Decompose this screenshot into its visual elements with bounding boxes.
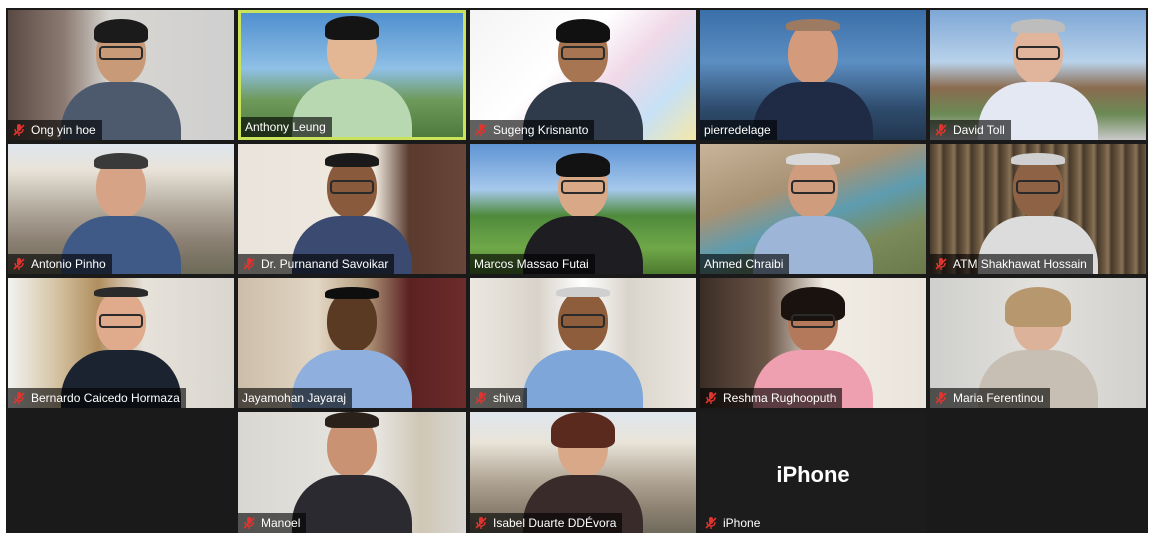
participant-name: Bernardo Caicedo Hormaza — [31, 391, 180, 405]
participant-name: Sugeng Krisnanto — [493, 123, 589, 137]
participant-name: ATM Shakhawat Hossain — [953, 257, 1087, 271]
participant-name-bar: Marcos Massao Futai — [470, 254, 595, 274]
participant-name: Jayamohan Jayaraj — [242, 391, 347, 405]
video-tile[interactable]: Marcos Massao Futai — [470, 144, 696, 274]
participant-name: Antonio Pinho — [31, 257, 106, 271]
participant-name-bar: David Toll — [930, 120, 1011, 140]
microphone-muted-icon — [13, 392, 25, 404]
participant-name-bar: pierredelage — [700, 120, 777, 140]
microphone-muted-icon — [935, 392, 947, 404]
glasses-icon — [561, 180, 605, 194]
video-tile[interactable]: Jayamohan Jayaraj — [238, 278, 466, 408]
video-tile[interactable]: Antonio Pinho — [8, 144, 234, 274]
participant-name: Ahmed Chraibi — [704, 257, 784, 271]
participant-name-bar: Sugeng Krisnanto — [470, 120, 595, 140]
participant-name-bar: Manoel — [238, 513, 307, 533]
glasses-icon — [791, 314, 835, 328]
microphone-muted-icon — [13, 258, 25, 270]
participant-name-bar: Reshma Rughooputh — [700, 388, 843, 408]
video-tile[interactable]: pierredelage — [700, 10, 926, 140]
participant-name-bar: Dr. Purnanand Savoikar — [238, 254, 395, 274]
video-tile[interactable]: Ahmed Chraibi — [700, 144, 926, 274]
microphone-muted-icon — [475, 517, 487, 529]
participant-name: iPhone — [723, 516, 761, 530]
video-tile[interactable]: shiva — [470, 278, 696, 408]
participant-name-bar: Jayamohan Jayaraj — [238, 388, 353, 408]
video-tile[interactable]: David Toll — [930, 10, 1146, 140]
video-tile-active-speaker[interactable]: Anthony Leung — [238, 10, 466, 140]
microphone-muted-icon — [705, 517, 717, 529]
participant-name: Ong yin hoe — [31, 123, 96, 137]
glasses-icon — [99, 46, 143, 60]
video-gallery: Ong yin hoe Anthony Leung Sugeng Krisnan… — [6, 8, 1148, 533]
participant-figure — [523, 287, 643, 408]
video-tile[interactable]: Maria Ferentinou — [930, 278, 1146, 408]
participant-name: Marcos Massao Futai — [474, 257, 589, 271]
video-tile[interactable]: Manoel — [238, 412, 466, 533]
microphone-muted-icon — [243, 258, 255, 270]
participant-name: pierredelage — [704, 123, 771, 137]
participant-name: Dr. Purnanand Savoikar — [261, 257, 389, 271]
participant-name-bar: Isabel Duarte DDÉvora — [470, 513, 623, 533]
participant-name-bar: iPhone — [700, 513, 766, 533]
glasses-icon — [1016, 46, 1060, 60]
microphone-muted-icon — [935, 124, 947, 136]
participant-name-bar: Antonio Pinho — [8, 254, 112, 274]
glasses-icon — [791, 180, 835, 194]
video-tile[interactable]: Reshma Rughooputh — [700, 278, 926, 408]
participant-name-bar: Anthony Leung — [241, 117, 332, 137]
glasses-icon — [561, 46, 605, 60]
microphone-muted-icon — [705, 392, 717, 404]
participant-name-bar: Maria Ferentinou — [930, 388, 1050, 408]
microphone-muted-icon — [935, 258, 947, 270]
video-tile[interactable]: ATM Shakhawat Hossain — [930, 144, 1146, 274]
microphone-muted-icon — [243, 517, 255, 529]
participant-name: Anthony Leung — [245, 120, 326, 134]
microphone-muted-icon — [13, 124, 25, 136]
camera-off-participant-label: iPhone — [776, 462, 850, 487]
video-tile[interactable]: Bernardo Caicedo Hormaza — [8, 278, 234, 408]
microphone-muted-icon — [475, 392, 487, 404]
participant-name: Manoel — [261, 516, 301, 530]
participant-name: Maria Ferentinou — [953, 391, 1044, 405]
participant-name-bar: Bernardo Caicedo Hormaza — [8, 388, 186, 408]
video-tile[interactable]: Ong yin hoe — [8, 10, 234, 140]
participant-name: Isabel Duarte DDÉvora — [493, 516, 617, 530]
participant-name-bar: Ong yin hoe — [8, 120, 102, 140]
participant-name: shiva — [493, 391, 522, 405]
participant-figure — [292, 412, 412, 533]
glasses-icon — [99, 314, 143, 328]
glasses-icon — [330, 180, 374, 194]
video-tile-camera-off[interactable]: iPhone iPhone — [700, 412, 926, 533]
participant-name: Reshma Rughooputh — [723, 391, 837, 405]
microphone-muted-icon — [475, 124, 487, 136]
participant-name: David Toll — [953, 123, 1005, 137]
glasses-icon — [561, 314, 605, 328]
video-tile[interactable]: Sugeng Krisnanto — [470, 10, 696, 140]
participant-name-bar: ATM Shakhawat Hossain — [930, 254, 1093, 274]
participant-name-bar: shiva — [470, 388, 528, 408]
video-tile[interactable]: Dr. Purnanand Savoikar — [238, 144, 466, 274]
glasses-icon — [1016, 180, 1060, 194]
participant-name-bar: Ahmed Chraibi — [700, 254, 790, 274]
video-tile[interactable]: Isabel Duarte DDÉvora — [470, 412, 696, 533]
